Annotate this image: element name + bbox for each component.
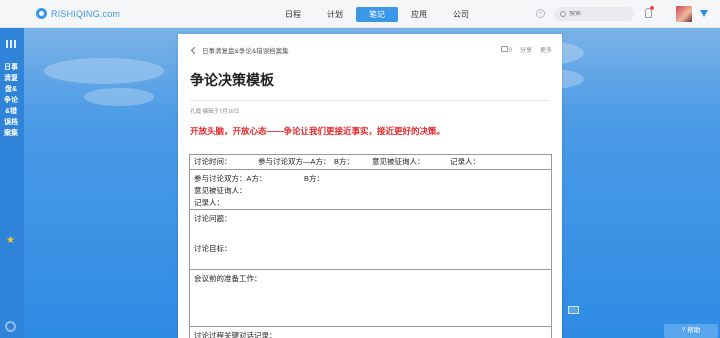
breadcrumb-label[interactable]: 日事清复盘&争论&错误档案集 [202,45,289,55]
table-row[interactable]: 会议前的准备工作： [190,270,551,327]
cell-consulted: 意见被征询人： [372,157,425,166]
field-party-b: B方： [304,174,325,183]
note-slogan[interactable]: 开放头脑，开放心态——争论让我们更接近事实，接近更好的决策。 [190,125,445,137]
avatar[interactable] [676,6,692,22]
search-icon [560,11,566,17]
title-divider [190,100,550,101]
comment-icon [500,45,508,52]
search-box[interactable] [554,7,634,21]
star-icon[interactable]: ★ [6,235,15,246]
decision-form-table[interactable]: 讨论时间： 参与讨论双方—A方： B方： 意见被征询人： 记录人： 参与讨论双方… [189,154,552,338]
note-toolbar: 0 分享 更多 [500,45,552,54]
back-chevron-icon[interactable] [190,46,199,54]
comment-count: 0 [508,47,512,54]
nav-item-plan[interactable]: 计划 [314,7,356,22]
note-title[interactable]: 争论决策模板 [190,70,274,90]
vip-diamond-icon[interactable] [700,10,708,17]
note-meta: 孔霞 编辑于7月16日 [190,109,240,115]
help-button[interactable]: ? 帮助 [664,324,718,338]
brand-logo[interactable]: RISHIQING.com [36,8,120,19]
cell-recorder: 记录人： [450,157,480,166]
field-party-a: 参与讨论双方：A方： [194,174,267,183]
menu-icon[interactable] [6,40,16,48]
comment-button[interactable]: 0 [500,45,512,54]
field-question: 讨论问题： [194,214,232,223]
left-sidebar: 日事清复盘&争论&错误档案集 ★ [0,28,24,338]
breadcrumb[interactable]: 日事清复盘&争论&错误档案集 [190,45,289,55]
cell-discuss-time: 讨论时间： [194,157,232,166]
logo-icon [36,8,47,19]
main-nav: 日程 计划 笔记 应用 公司 [272,7,482,22]
note-paper: 日事清复盘&争论&错误档案集 0 分享 更多 争论决策模板 孔霞 编辑于7月16… [178,34,562,338]
settings-gear-icon[interactable] [5,321,16,332]
field-consulted: 意见被征询人： [194,186,247,195]
field-dialogue-record: 讨论过程关键对话记录： [194,331,277,338]
field-preparation: 会议前的准备工作： [194,274,262,283]
nav-item-schedule[interactable]: 日程 [272,7,314,22]
table-row[interactable]: 参与讨论双方：A方： B方： 意见被征询人： 记录人： [190,170,551,210]
top-navbar: RISHIQING.com 日程 计划 笔记 应用 公司 + [0,0,720,28]
brand-name: RISHIQING.com [51,8,121,19]
field-goal: 讨论目标： [194,244,232,253]
keyboard-icon[interactable] [568,306,579,314]
cell-party-b: B方： [334,157,355,166]
more-button[interactable]: 更多 [540,45,552,54]
table-row[interactable]: 讨论时间： 参与讨论双方—A方： B方： 意见被征询人： 记录人： [190,155,551,170]
table-row[interactable]: 讨论过程关键对话记录： [190,327,551,338]
search-input[interactable] [569,11,629,17]
share-button[interactable]: 分享 [520,45,532,54]
nav-item-notes[interactable]: 笔记 [356,7,398,22]
sidebar-project-title[interactable]: 日事清复盘&争论&错误档案集 [4,62,18,139]
table-row[interactable]: 讨论问题： 讨论目标： [190,210,551,270]
cell-party-a: 参与讨论双方—A方： [258,157,331,166]
help-label: 帮助 [687,327,701,334]
nav-item-apps[interactable]: 应用 [398,7,440,22]
add-icon[interactable]: + [536,9,545,18]
field-recorder: 记录人： [194,198,224,207]
notification-dot [650,6,654,10]
nav-item-company[interactable]: 公司 [440,7,482,22]
